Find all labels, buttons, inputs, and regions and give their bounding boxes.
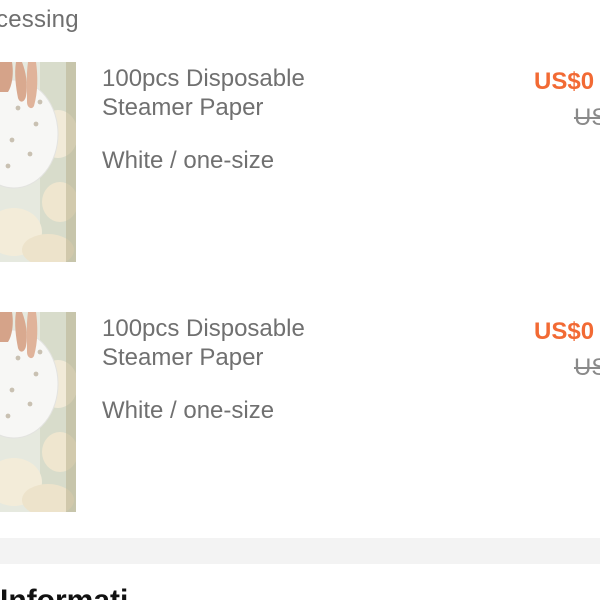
order-item[interactable]: 100pcs Disposable Steamer Paper White / … [0, 62, 600, 272]
product-thumbnail[interactable] [0, 312, 76, 512]
original-price: US [574, 354, 600, 381]
product-variant: White / one-size [102, 147, 275, 174]
steamer-paper-image [0, 62, 76, 262]
order-status-text: cessing [0, 6, 79, 33]
order-item[interactable]: 100pcs Disposable Steamer Paper White / … [0, 312, 600, 522]
current-price: US$0 [534, 68, 595, 95]
product-thumbnail[interactable] [0, 62, 76, 262]
section-divider [0, 538, 600, 564]
order-details-page: cessing 100pcs Disposable Steamer Paper … [0, 0, 600, 600]
product-variant: White / one-size [102, 397, 275, 424]
product-title[interactable]: 100pcs Disposable Steamer Paper [102, 314, 402, 372]
current-price: US$0 [534, 318, 595, 345]
original-price: US [574, 104, 600, 131]
information-section-heading: Informati [0, 584, 128, 600]
product-title[interactable]: 100pcs Disposable Steamer Paper [102, 64, 402, 122]
steamer-paper-image [0, 312, 76, 512]
